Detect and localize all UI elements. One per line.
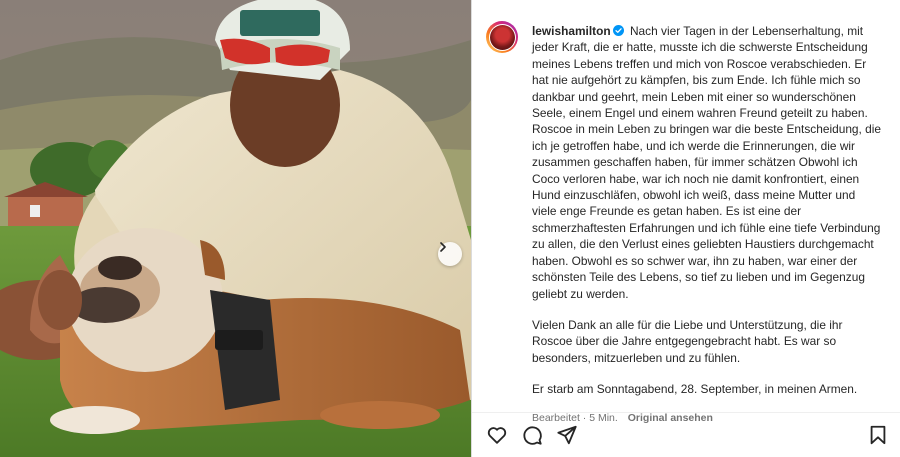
next-photo-button[interactable] xyxy=(438,242,462,266)
chevron-right-icon xyxy=(440,242,446,252)
caption-body-1: Nach vier Tagen in der Lebenserhaltung, … xyxy=(532,24,882,301)
instagram-post: lewishamilton Nach vier Tagen in der Leb… xyxy=(0,0,900,457)
bookmark-icon[interactable] xyxy=(867,424,889,446)
heart-icon[interactable] xyxy=(486,424,508,446)
comment-icon[interactable] xyxy=(521,424,543,446)
caption-paragraph-2: Vielen Dank an alle für die Liebe und Un… xyxy=(532,317,843,365)
author-avatar[interactable] xyxy=(486,21,518,53)
post-media[interactable] xyxy=(0,0,471,457)
caption-text: lewishamilton Nach vier Tagen in der Leb… xyxy=(532,12,882,424)
verified-badge-icon xyxy=(612,25,624,36)
caption-area: lewishamilton Nach vier Tagen in der Leb… xyxy=(472,0,900,424)
caption-paragraph-1: lewishamilton Nach vier Tagen in der Leb… xyxy=(532,23,882,302)
share-icon[interactable] xyxy=(556,424,578,446)
action-bar xyxy=(472,412,900,457)
post-side-panel: lewishamilton Nach vier Tagen in der Leb… xyxy=(471,0,900,457)
post-photo xyxy=(0,0,471,457)
profile-avatar xyxy=(489,24,515,50)
author-username[interactable]: lewishamilton xyxy=(532,24,611,38)
caption-paragraph-3: Er starb am Sonntagabend, 28. September,… xyxy=(532,382,858,397)
